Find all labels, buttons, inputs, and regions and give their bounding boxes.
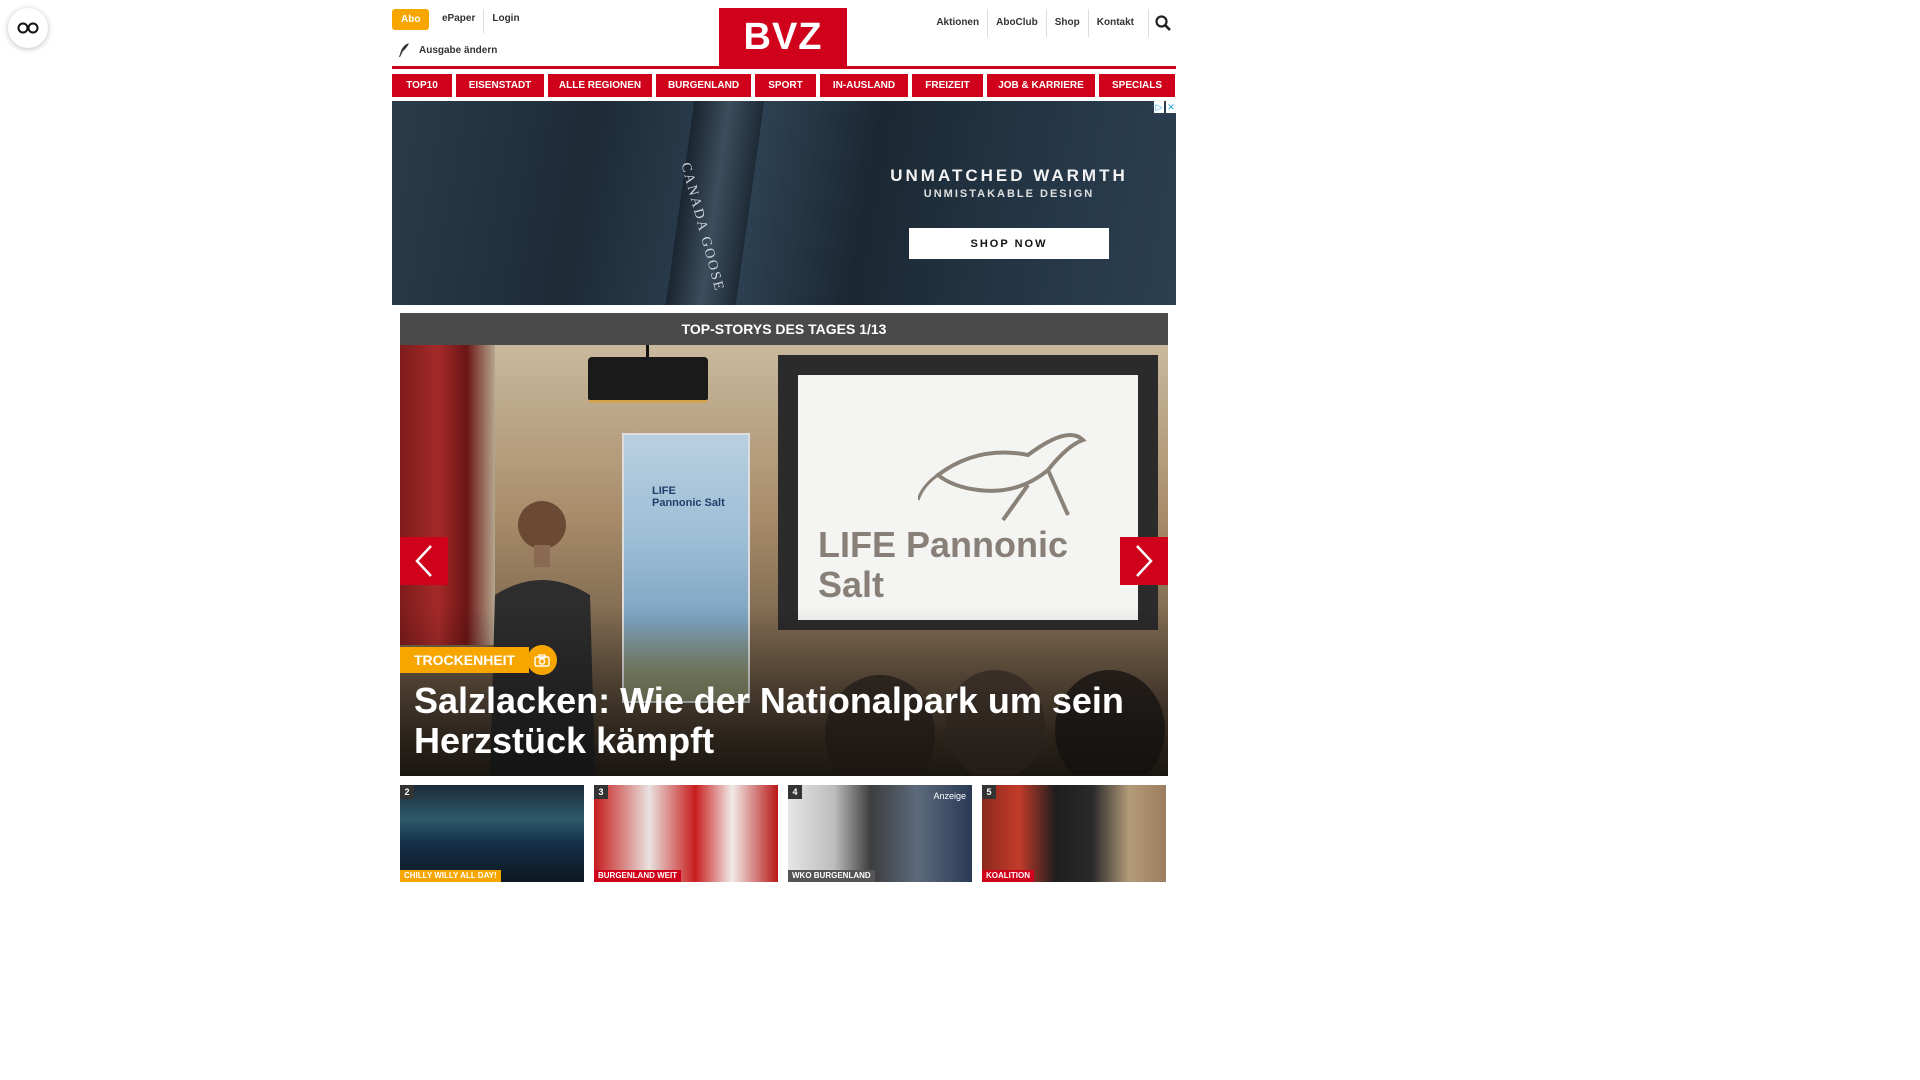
camera-icon — [527, 645, 557, 675]
thumb-number: 3 — [594, 785, 608, 799]
aboclub-link[interactable]: AboClub — [987, 9, 1046, 37]
thumb-number: 2 — [400, 785, 414, 799]
nav-item-specials[interactable]: SPECIALS — [1099, 74, 1175, 97]
story-thumbnails: 2 CHILLY WILLY ALL DAY! 3 BURGENLAND WEI… — [400, 785, 1168, 882]
story-thumb-4[interactable]: 4 Anzeige WKO BURGENLAND — [788, 785, 972, 882]
main-nav: TOP10 EISENSTADT ALLE REGIONEN BURGENLAN… — [392, 74, 1176, 97]
carousel-next-button[interactable] — [1120, 537, 1168, 585]
thumb-category: BURGENLAND WEIT — [594, 870, 682, 882]
nav-item-in-ausland[interactable]: IN-AUSLAND — [820, 74, 908, 97]
page: Abo ePaper Login Ausgabe ändern BVZ Akti… — [392, 0, 1176, 882]
shop-link[interactable]: Shop — [1045, 9, 1088, 37]
adchoices-icon[interactable]: ▷ ✕ — [1154, 101, 1176, 113]
hero-lamp — [578, 345, 718, 405]
hero-category-badge[interactable]: TROCKENHEIT — [400, 647, 530, 673]
thumb-category: WKO BURGENLAND — [788, 870, 875, 882]
story-thumb-2[interactable]: 2 CHILLY WILLY ALL DAY! — [400, 785, 584, 882]
story-thumb-5[interactable]: 5 KOALITION — [982, 785, 1166, 882]
nav-item-alle-regionen[interactable]: ALLE REGIONEN — [548, 74, 652, 97]
chevron-left-icon — [415, 545, 432, 577]
ad-label: Anzeige — [933, 791, 966, 801]
nav-item-burgenland[interactable]: BURGENLAND — [656, 74, 751, 97]
epaper-link[interactable]: ePaper — [434, 9, 483, 33]
site-header: Abo ePaper Login Ausgabe ändern BVZ Akti… — [392, 0, 1176, 69]
reader-mode-button[interactable] — [8, 8, 48, 48]
glasses-icon — [17, 22, 39, 34]
nav-item-top10[interactable]: TOP10 — [392, 74, 452, 97]
kontakt-link[interactable]: Kontakt — [1087, 9, 1142, 37]
top-links-right: Aktionen AboClub Shop Kontakt — [928, 9, 1142, 37]
story-thumb-3[interactable]: 3 BURGENLAND WEIT — [594, 785, 778, 882]
adchoices-play-icon[interactable]: ▷ — [1154, 101, 1164, 113]
carousel-prev-button[interactable] — [400, 537, 448, 585]
chevron-right-icon — [1136, 545, 1153, 577]
thumb-category: KOALITION — [982, 870, 1034, 882]
ad-shop-now-button[interactable]: SHOP NOW — [909, 228, 1109, 259]
search-icon[interactable] — [1148, 9, 1176, 37]
abo-button[interactable]: Abo — [392, 9, 430, 30]
top-links-left: ePaper Login — [434, 9, 528, 33]
bvz-logo[interactable]: BVZ — [719, 8, 847, 67]
ad-close-icon[interactable]: ✕ — [1166, 101, 1176, 113]
hero-story[interactable]: LIFE Pannonic Salt LIFE Pannonic Salt TR… — [400, 345, 1168, 776]
ad-subline: UNMISTAKABLE DESIGN — [923, 188, 1095, 200]
thumb-number: 5 — [982, 785, 996, 799]
quill-icon — [399, 43, 409, 57]
thumb-category: CHILLY WILLY ALL DAY! — [400, 870, 501, 882]
hero-headline[interactable]: Salzlacken: Wie der Nationalpark um sein… — [414, 681, 1154, 761]
nav-item-freizeit[interactable]: FREIZEIT — [912, 74, 983, 97]
nav-item-job-karriere[interactable]: JOB & KARRIERE — [987, 74, 1095, 97]
hero-projection-screen: LIFE Pannonic Salt — [778, 355, 1158, 630]
edition-switcher[interactable]: Ausgabe ändern — [396, 42, 497, 58]
logo-text: BVZ — [743, 16, 823, 58]
advertisement-banner[interactable]: CANADA GOOSE UNMATCHED WARMTH UNMISTAKAB… — [392, 101, 1176, 305]
thumb-number: 4 — [788, 785, 802, 799]
avocet-bird-icon — [918, 433, 1087, 522]
nav-item-eisenstadt[interactable]: EISENSTADT — [456, 74, 544, 97]
edition-label: Ausgabe ändern — [419, 44, 498, 56]
header-divider — [392, 66, 1176, 69]
nav-item-sport[interactable]: SPORT — [755, 74, 816, 97]
top-stories-header: TOP-STORYS DES TAGES 1/13 — [400, 313, 1168, 345]
ad-headline: UNMATCHED WARMTH — [890, 166, 1128, 185]
screen-text: LIFE Pannonic Salt — [818, 524, 1069, 605]
aktionen-link[interactable]: Aktionen — [928, 9, 987, 37]
login-link[interactable]: Login — [483, 9, 527, 33]
top-stories: TOP-STORYS DES TAGES 1/13 LIFE Pannonic S… — [400, 313, 1168, 776]
